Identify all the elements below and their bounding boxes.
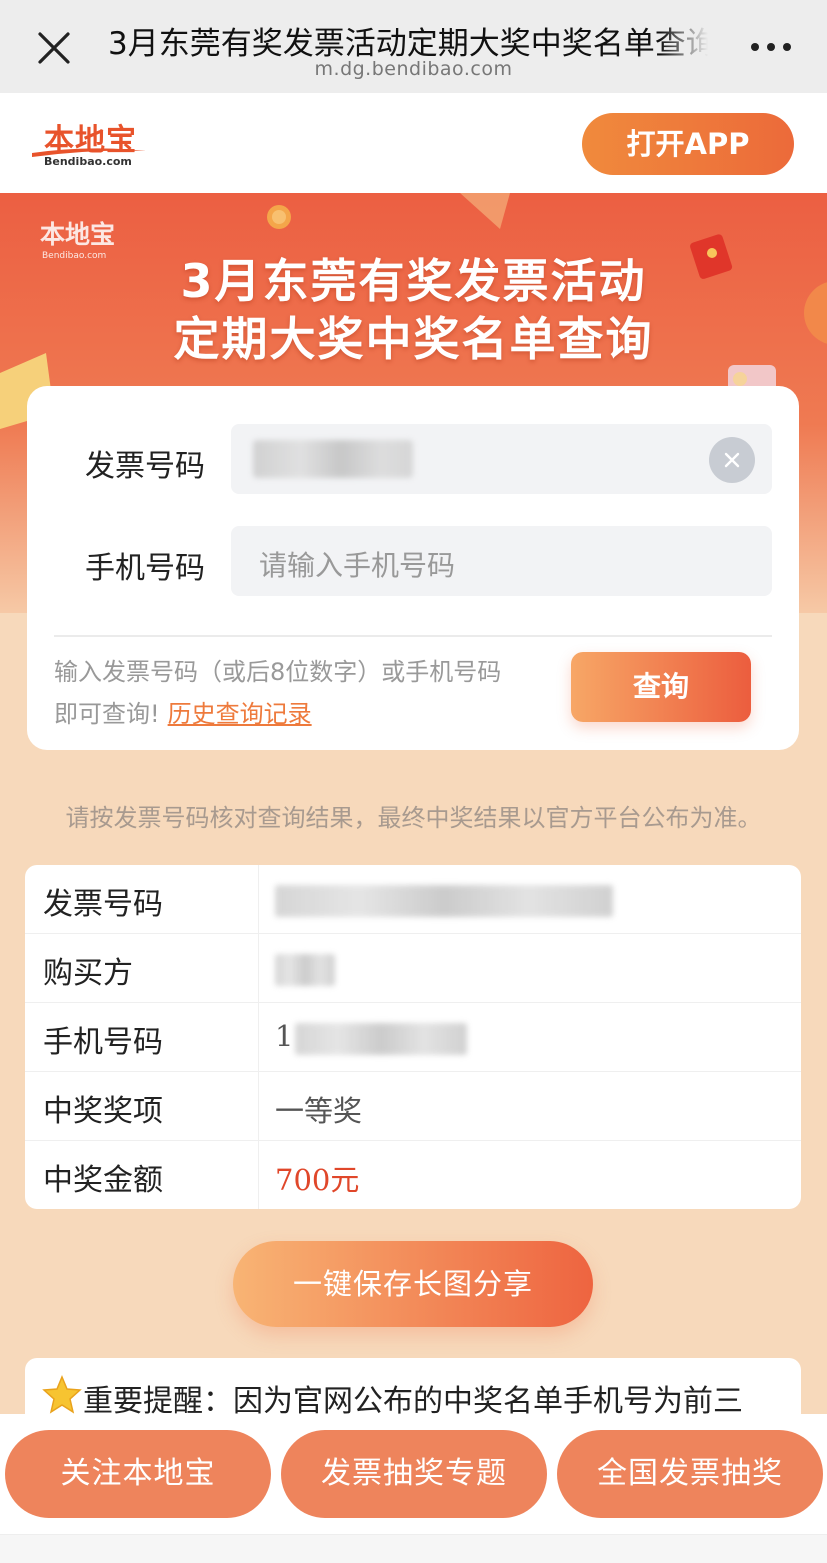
search-hint-line2: 即可查询! 历史查询记录 bbox=[54, 694, 312, 729]
paper-decoration-icon bbox=[460, 193, 510, 229]
page-title: 3月东莞有奖发票活动定期大奖中奖名单查询 bbox=[108, 26, 708, 58]
search-hint-line1: 输入发票号码（或后8位数字）或手机号码 bbox=[54, 658, 502, 686]
app-header: 本地宝 Bendibao.com 打开APP bbox=[0, 93, 827, 193]
browser-top-bar: 3月东莞有奖发票活动定期大奖中奖名单查询 m.dg.bendibao.com bbox=[0, 0, 827, 93]
prize-level-value: 一等奖 bbox=[275, 1094, 363, 1128]
phone-number-input[interactable]: 请输入手机号码 bbox=[231, 526, 772, 596]
table-row: 手机号码 1 bbox=[25, 1003, 801, 1072]
logo-domain: Bendibao.com bbox=[44, 155, 132, 168]
invoice-number-label: 发票号码 bbox=[85, 449, 205, 484]
table-row: 中奖奖项 一等奖 bbox=[25, 1072, 801, 1141]
bottom-safe-area bbox=[0, 1534, 827, 1563]
history-records-link[interactable]: 历史查询记录 bbox=[168, 700, 312, 728]
table-row: 发票号码 bbox=[25, 865, 801, 934]
search-hint-text: 即可查询! bbox=[54, 700, 160, 728]
table-row: 中奖金额 700元 bbox=[25, 1141, 801, 1209]
table-row: 购买方 bbox=[25, 934, 801, 1003]
phone-placeholder: 请输入手机号码 bbox=[259, 549, 456, 582]
star-icon bbox=[42, 1375, 82, 1414]
row-key-invoice: 发票号码 bbox=[43, 887, 163, 922]
close-icon bbox=[724, 452, 740, 468]
save-long-image-button[interactable]: 一键保存长图分享 bbox=[233, 1241, 593, 1327]
page-url: m.dg.bendibao.com bbox=[314, 58, 513, 80]
invoice-lottery-topic-button[interactable]: 发票抽奖专题 bbox=[281, 1430, 547, 1518]
prize-amount-value: 700元 bbox=[275, 1163, 360, 1197]
blurred-buyer-name bbox=[275, 954, 335, 986]
row-key-prize-amount: 中奖金额 bbox=[43, 1163, 163, 1198]
more-options-icon[interactable] bbox=[750, 38, 792, 56]
phone-number-label: 手机号码 bbox=[85, 551, 205, 586]
coin-icon bbox=[267, 205, 291, 229]
bendibao-logo[interactable]: 本地宝 Bendibao.com bbox=[30, 115, 150, 171]
banner-title-line2: 定期大奖中奖名单查询 bbox=[173, 312, 654, 366]
blurred-invoice-number bbox=[275, 885, 613, 917]
follow-bendibao-button[interactable]: 关注本地宝 bbox=[5, 1430, 271, 1518]
bottom-nav: 关注本地宝 发票抽奖专题 全国发票抽奖 bbox=[0, 1414, 827, 1563]
result-table: 发票号码 购买方 手机号码 1 中奖奖项 一等奖 中奖金额 700元 bbox=[25, 865, 801, 1209]
blurred-phone-number bbox=[295, 1023, 467, 1055]
logo-text: 本地宝 bbox=[44, 123, 137, 158]
search-card: 发票号码 手机号码 请输入手机号码 输入发票号码（或后8位数字）或手机号码 即可… bbox=[27, 386, 799, 750]
row-key-prize-level: 中奖奖项 bbox=[43, 1094, 163, 1129]
row-key-buyer: 购买方 bbox=[43, 956, 133, 991]
row-key-phone: 手机号码 bbox=[43, 1025, 163, 1060]
clear-input-button[interactable] bbox=[709, 437, 755, 483]
banner-title-line1: 3月东莞有奖发票活动 bbox=[180, 254, 647, 308]
query-button[interactable]: 查询 bbox=[571, 652, 751, 722]
invoice-number-input[interactable] bbox=[231, 424, 772, 494]
verification-notice: 请按发票号码核对查询结果，最终中奖结果以官方平台公布为准。 bbox=[65, 804, 762, 832]
phone-prefix: 1 bbox=[275, 1019, 294, 1053]
open-app-button[interactable]: 打开APP bbox=[582, 113, 794, 175]
card-divider bbox=[54, 635, 772, 637]
national-invoice-lottery-button[interactable]: 全国发票抽奖 bbox=[557, 1430, 823, 1518]
blurred-invoice-value bbox=[253, 440, 413, 478]
